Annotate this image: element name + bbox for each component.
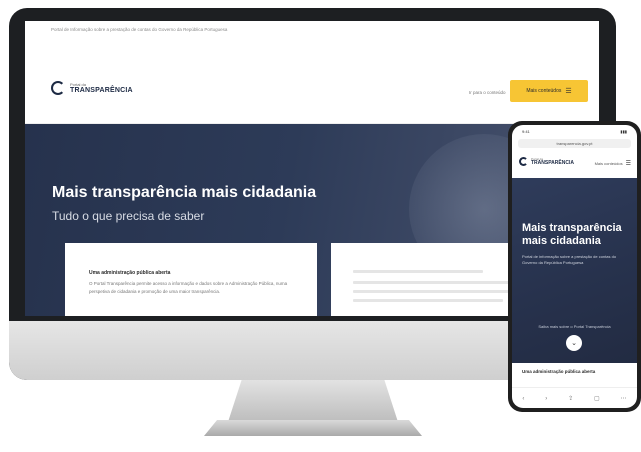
logo-text: Portal da TRANSPARÊNCIA (70, 82, 133, 94)
phone-card-title: Uma administração pública aberta (522, 369, 596, 374)
nav-content-link[interactable]: Ir para o conteúdo (469, 90, 506, 95)
card-text: O Portal Transparência permite acesso a … (89, 281, 288, 294)
more-content-button[interactable]: Mais conteúdos ☰ (510, 80, 588, 102)
portal-logo[interactable]: Portal da TRANSPARÊNCIA (51, 81, 133, 95)
monitor-stand-foot (204, 420, 422, 436)
top-bar-text: Portal de Informação sobre a prestação d… (51, 26, 228, 32)
phone-logo-big-text: TRANSPARÊNCIA (531, 159, 574, 166)
phone-menu-label: Mais conteúdos (594, 161, 623, 166)
menu-icon: ☰ (625, 161, 631, 167)
phone-status-bar: 9:41 ▮▮▮ (512, 125, 637, 137)
logo-big-text: TRANSPARÊNCIA (70, 86, 133, 94)
forward-icon[interactable]: › (545, 396, 547, 402)
card-placeholder-line (353, 299, 503, 302)
phone-hero-title: Mais transparência mais cidadania (522, 222, 622, 247)
menu-icon: ☰ (565, 87, 572, 95)
phone-address-bar[interactable]: transparencia.gov.pt (518, 139, 631, 148)
hero-title: Mais transparência mais cidadania (52, 184, 317, 201)
phone-logo-text: Portal da TRANSPARÊNCIA (531, 157, 574, 166)
info-card[interactable]: Uma administração pública aberta O Porta… (65, 243, 317, 316)
logo-mark-icon (519, 157, 528, 166)
more-content-label: Mais conteúdos (526, 88, 562, 94)
battery-icon: ▮▮▮ (620, 129, 627, 134)
more-icon[interactable]: ⋯ (621, 395, 627, 402)
phone-header: Portal da TRANSPARÊNCIA Mais conteúdos ☰ (512, 150, 637, 178)
back-icon[interactable]: ‹ (522, 396, 524, 402)
scroll-down-icon[interactable]: ⌄ (566, 335, 582, 351)
card-title: Uma administração pública aberta (89, 270, 171, 276)
tabs-icon[interactable]: ▢ (594, 395, 600, 402)
mobile-phone: 9:41 ▮▮▮ transparencia.gov.pt Portal da … (508, 121, 641, 412)
card-placeholder-line (353, 270, 483, 273)
monitor-stand-neck (228, 380, 398, 422)
hero-subtitle: Tudo o que precisa de saber (52, 209, 205, 223)
phone-browser-toolbar: ‹ › ⇪ ▢ ⋯ (512, 387, 637, 408)
phone-hero-caption[interactable]: Saiba mais sobre o Portal Transparência (512, 324, 637, 329)
logo-mark-icon (51, 81, 65, 95)
share-icon[interactable]: ⇪ (568, 395, 573, 402)
desktop-header: Portal da TRANSPARÊNCIA Ir para o conteú… (25, 37, 599, 124)
phone-menu-button[interactable]: Mais conteúdos ☰ (595, 160, 631, 167)
phone-screen: 9:41 ▮▮▮ transparencia.gov.pt Portal da … (512, 125, 637, 408)
phone-logo[interactable]: Portal da TRANSPARÊNCIA (519, 157, 574, 166)
phone-hero-text: Portal de informação sobre a prestação d… (522, 254, 617, 265)
status-time: 9:41 (522, 129, 530, 134)
desktop-top-bar: Portal de Informação sobre a prestação d… (25, 21, 599, 37)
phone-hero: Mais transparência mais cidadania Portal… (512, 178, 637, 363)
